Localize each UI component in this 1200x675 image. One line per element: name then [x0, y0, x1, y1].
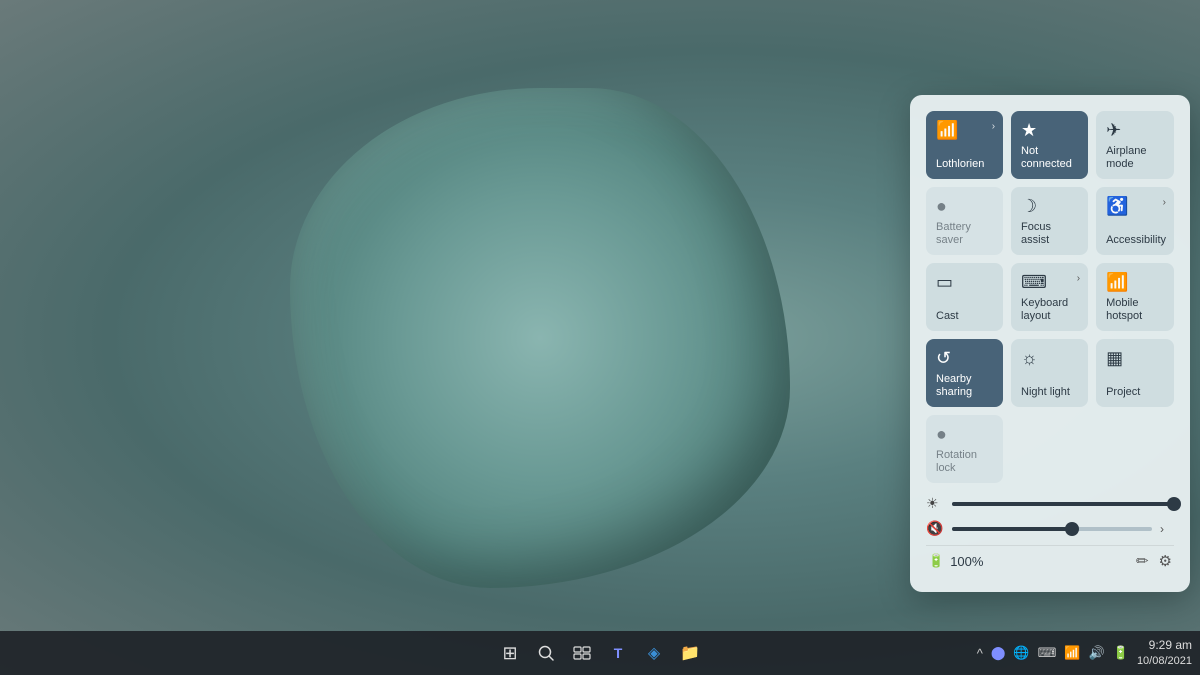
- night-light-icon: ☼: [1021, 349, 1038, 367]
- nearby-sharing-label: Nearby sharing: [936, 373, 995, 399]
- volume-slider[interactable]: [952, 527, 1152, 531]
- bluetooth-icon: ★: [1021, 121, 1037, 139]
- focus-assist-icon: ☽: [1021, 197, 1037, 215]
- time-display: 9:29 am: [1137, 637, 1192, 654]
- nearby-sharing-tile[interactable]: ↺ Nearby sharing: [926, 339, 1003, 407]
- taskview-button[interactable]: [566, 637, 598, 669]
- keyboard-chevron-icon: ›: [1077, 273, 1080, 284]
- teams-button[interactable]: T: [602, 637, 634, 669]
- cast-label: Cast: [936, 310, 995, 323]
- settings-icon[interactable]: ⚙: [1159, 552, 1172, 570]
- keyboard-tray-icon[interactable]: ⌨: [1036, 643, 1059, 663]
- volume-tray-icon[interactable]: 🔊: [1087, 643, 1107, 663]
- focus-assist-tile[interactable]: ☽ Focus assist: [1011, 187, 1088, 255]
- project-icon: ▦: [1106, 349, 1123, 367]
- battery-info: 🔋 100%: [928, 553, 983, 569]
- nearby-sharing-icon: ↺: [936, 349, 951, 367]
- quick-settings-grid: 📶 › Lothlorien ★ Not connected ✈ Airplan…: [926, 111, 1174, 483]
- battery-saver-tile[interactable]: ● Battery saver: [926, 187, 1003, 255]
- wifi-chevron-icon: ›: [992, 121, 995, 132]
- battery-saver-icon: ●: [936, 197, 947, 215]
- project-tile[interactable]: ▦ Project: [1096, 339, 1174, 407]
- night-light-label: Night light: [1021, 386, 1080, 399]
- teams-tray-icon[interactable]: ⬤: [989, 643, 1008, 663]
- wifi-icon: 📶: [936, 121, 958, 139]
- taskbar-right: ^ ⬤ 🌐 ⌨ 📶 🔊 🔋 9:29 am 10/08/2021: [975, 637, 1192, 669]
- accessibility-chevron-icon: ›: [1163, 197, 1166, 208]
- volume-row: 🔇 ›: [926, 520, 1174, 537]
- accessibility-label: Accessibility: [1106, 234, 1166, 247]
- start-button[interactable]: ⊞: [494, 637, 526, 669]
- mobile-hotspot-icon: 📶: [1106, 273, 1128, 291]
- airplane-icon: ✈: [1106, 121, 1121, 139]
- night-light-tile[interactable]: ☼ Night light: [1011, 339, 1088, 407]
- taskbar-center: ⊞ T ◈ 📁: [494, 637, 706, 669]
- mobile-hotspot-tile[interactable]: 📶 Mobile hotspot: [1096, 263, 1174, 331]
- desktop: 📶 › Lothlorien ★ Not connected ✈ Airplan…: [0, 0, 1200, 675]
- clock[interactable]: 9:29 am 10/08/2021: [1137, 637, 1192, 669]
- system-tray: ^ ⬤ 🌐 ⌨ 📶 🔊 🔋: [975, 643, 1131, 663]
- rotation-lock-label: Rotation lock: [936, 449, 995, 475]
- keyboard-layout-label: Keyboard layout: [1021, 297, 1080, 323]
- volume-fill: [952, 527, 1072, 531]
- brightness-fill: [952, 502, 1174, 506]
- vpn-icon[interactable]: 🌐: [1011, 643, 1031, 663]
- brightness-row: ☀: [926, 495, 1174, 512]
- wifi-label: Lothlorien: [936, 158, 995, 171]
- wifi-tray-icon[interactable]: 📶: [1062, 643, 1082, 663]
- battery-tray-icon[interactable]: 🔋: [1111, 643, 1131, 663]
- search-button[interactable]: [530, 637, 562, 669]
- brightness-icon: ☀: [926, 495, 944, 512]
- mobile-hotspot-label: Mobile hotspot: [1106, 297, 1166, 323]
- edge-button[interactable]: ◈: [638, 637, 670, 669]
- battery-actions: ✏ ⚙: [1136, 552, 1172, 570]
- taskbar: ⊞ T ◈ 📁 ^: [0, 631, 1200, 675]
- battery-percent: 100%: [950, 554, 983, 569]
- brightness-thumb[interactable]: [1167, 497, 1181, 511]
- volume-mute-icon: 🔇: [926, 520, 944, 537]
- bluetooth-tile[interactable]: ★ Not connected: [1011, 111, 1088, 179]
- sliders-section: ☀ 🔇 ›: [926, 495, 1174, 537]
- battery-row: 🔋 100% ✏ ⚙: [926, 545, 1174, 576]
- explorer-button[interactable]: 📁: [674, 637, 706, 669]
- battery-icon: 🔋: [928, 553, 944, 569]
- keyboard-layout-tile[interactable]: ⌨ › Keyboard layout: [1011, 263, 1088, 331]
- cast-icon: ▭: [936, 273, 953, 291]
- date-display: 10/08/2021: [1137, 654, 1192, 669]
- battery-saver-label: Battery saver: [936, 221, 995, 247]
- focus-assist-label: Focus assist: [1021, 221, 1080, 247]
- airplane-tile[interactable]: ✈ Airplane mode: [1096, 111, 1174, 179]
- cast-tile[interactable]: ▭ Cast: [926, 263, 1003, 331]
- rotation-lock-tile[interactable]: ● Rotation lock: [926, 415, 1003, 483]
- keyboard-layout-icon: ⌨: [1021, 273, 1047, 291]
- wallpaper-flower: [290, 88, 790, 588]
- airplane-label: Airplane mode: [1106, 145, 1166, 171]
- accessibility-icon: ♿: [1106, 197, 1128, 215]
- volume-chevron-icon[interactable]: ›: [1160, 522, 1174, 536]
- bluetooth-label: Not connected: [1021, 145, 1080, 171]
- accessibility-tile[interactable]: ♿ › Accessibility: [1096, 187, 1174, 255]
- rotation-lock-icon: ●: [936, 425, 947, 443]
- edit-icon[interactable]: ✏: [1136, 552, 1149, 570]
- project-label: Project: [1106, 386, 1166, 399]
- brightness-slider[interactable]: [952, 502, 1174, 506]
- quick-settings-panel: 📶 › Lothlorien ★ Not connected ✈ Airplan…: [910, 95, 1190, 592]
- chevron-up-icon[interactable]: ^: [975, 644, 985, 663]
- volume-thumb[interactable]: [1065, 522, 1079, 536]
- wifi-tile[interactable]: 📶 › Lothlorien: [926, 111, 1003, 179]
